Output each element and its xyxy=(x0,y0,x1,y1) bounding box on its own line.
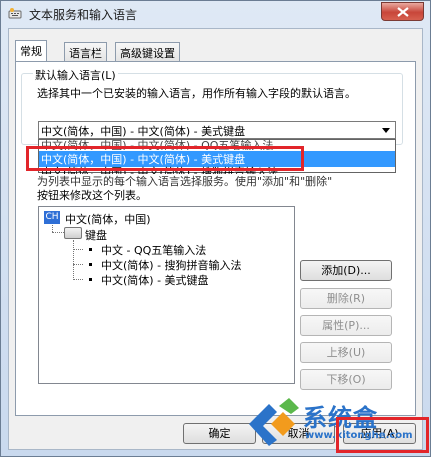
close-button[interactable] xyxy=(381,2,424,21)
remove-button[interactable]: 删除(R) xyxy=(300,288,392,309)
tab-language-bar[interactable]: 语言栏 xyxy=(64,42,107,61)
bullet-icon xyxy=(89,278,92,281)
tree-connector xyxy=(73,279,83,280)
move-down-button[interactable]: 下移(O) xyxy=(300,369,392,390)
services-description-line2: 按钮来修改这个列表。 xyxy=(37,189,147,202)
default-language-label: 默认输入语言(L) xyxy=(33,67,118,83)
tree-item-us-keyboard[interactable]: 中文(简体) - 美式键盘 xyxy=(101,272,209,288)
watermark-logo-icon xyxy=(249,398,299,446)
language-badge: CH xyxy=(44,211,60,224)
add-button[interactable]: 添加(D)... xyxy=(300,260,392,281)
dialog-window: 文本服务和输入语言 常规 语言栏 高级键设置 默认输入语言(L) 选择其中一个已… xyxy=(0,0,431,457)
red-highlight-apply xyxy=(336,417,429,453)
red-highlight-selected-option xyxy=(26,146,304,171)
close-icon xyxy=(397,7,409,17)
tree-connector xyxy=(73,249,83,250)
move-up-button[interactable]: 上移(U) xyxy=(300,342,392,363)
tree-connector xyxy=(52,225,53,232)
properties-button[interactable]: 属性(P)... xyxy=(300,315,392,336)
keyboard-app-icon xyxy=(8,7,22,21)
tree-connector xyxy=(73,240,74,280)
tab-advanced-key-settings[interactable]: 高级键设置 xyxy=(115,42,180,61)
tree-connector xyxy=(73,264,83,265)
tree-keyboard-node[interactable]: 键盘 xyxy=(85,227,107,243)
bullet-icon xyxy=(89,263,92,266)
title-bar[interactable]: 文本服务和输入语言 xyxy=(1,1,430,27)
keyboard-icon xyxy=(64,227,82,239)
tree-item-sogou-pinyin[interactable]: 中文(简体) - 搜狗拼音输入法 xyxy=(101,257,242,273)
installed-services-tree[interactable]: CH 中文(简体，中国) 键盘 中文 - QQ五笔输入法 中文(简体) - 搜狗… xyxy=(38,206,295,384)
tab-general[interactable]: 常规 xyxy=(15,40,47,61)
bullet-icon xyxy=(89,248,92,251)
tree-language-node[interactable]: 中文(简体，中国) xyxy=(65,211,151,227)
tree-item-qq-wubi[interactable]: 中文 - QQ五笔输入法 xyxy=(101,242,206,258)
default-language-description: 选择其中一个已安装的输入语言，用作所有输入字段的默认语言。 xyxy=(37,87,356,100)
window-title: 文本服务和输入语言 xyxy=(29,8,138,22)
chevron-down-icon[interactable] xyxy=(382,128,390,133)
